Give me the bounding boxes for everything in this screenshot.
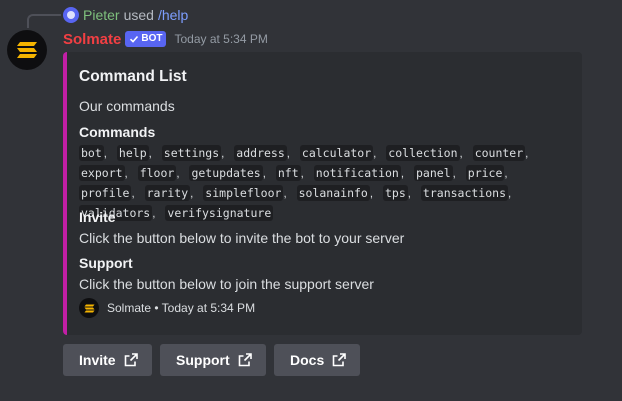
command-code: profile bbox=[79, 185, 132, 201]
command-separator: , bbox=[176, 168, 180, 180]
bot-badge-label: BOT bbox=[141, 33, 163, 44]
command-separator: , bbox=[124, 168, 128, 180]
command-code: verifysignature bbox=[165, 205, 274, 221]
command-separator: , bbox=[504, 168, 508, 180]
embed-footer: Solmate • Today at 5:34 PM bbox=[79, 298, 255, 318]
command-separator: , bbox=[221, 148, 225, 160]
external-link-icon bbox=[238, 353, 252, 367]
command-code: panel bbox=[414, 165, 453, 181]
command-code: settings bbox=[161, 145, 222, 161]
command-separator: , bbox=[369, 188, 374, 200]
checkmark-icon bbox=[130, 35, 139, 43]
command-code: export bbox=[79, 165, 125, 181]
command-code: calculator bbox=[299, 145, 374, 161]
command-separator: , bbox=[131, 188, 135, 200]
commands-list: bot, help, settings, address, calculator… bbox=[79, 144, 549, 224]
invite-button-label: Invite bbox=[79, 352, 116, 368]
command-code: address bbox=[234, 145, 287, 161]
command-code: rarity bbox=[144, 185, 191, 201]
command-code: counter bbox=[472, 145, 526, 161]
command-code: help bbox=[116, 145, 149, 161]
external-link-icon bbox=[332, 353, 347, 367]
reply-command[interactable]: /help bbox=[158, 7, 188, 23]
command-separator: , bbox=[148, 148, 152, 160]
button-row: Invite Support Docs bbox=[63, 344, 360, 376]
command-code: simplefloor bbox=[203, 185, 284, 201]
command-separator: , bbox=[400, 168, 405, 180]
command-separator: , bbox=[103, 148, 107, 160]
reply-connector bbox=[27, 14, 61, 28]
command-separator: , bbox=[152, 208, 156, 220]
docs-button-label: Docs bbox=[290, 352, 325, 368]
command-code: floor bbox=[137, 165, 177, 181]
support-button[interactable]: Support bbox=[160, 344, 266, 376]
reply-username[interactable]: Pieter bbox=[83, 7, 120, 23]
reply-used-text: used bbox=[123, 7, 154, 23]
command-code: transactions bbox=[420, 185, 509, 201]
author-name[interactable]: Solmate bbox=[63, 31, 121, 48]
command-code: collection bbox=[386, 145, 460, 161]
solana-logo-icon bbox=[17, 42, 37, 58]
command-separator: , bbox=[262, 168, 266, 180]
command-separator: , bbox=[373, 148, 377, 160]
command-separator: , bbox=[283, 188, 287, 200]
command-separator: , bbox=[407, 188, 411, 200]
support-button-label: Support bbox=[176, 352, 230, 368]
command-code: notification bbox=[313, 165, 401, 181]
bot-avatar[interactable] bbox=[7, 30, 47, 70]
embed-title: Command List bbox=[79, 68, 187, 85]
command-code: bot bbox=[79, 145, 104, 161]
command-separator: , bbox=[508, 188, 512, 200]
command-separator: , bbox=[190, 188, 194, 200]
message-timestamp: Today at 5:34 PM bbox=[174, 32, 268, 46]
field-invite-value: Click the button below to invite the bot… bbox=[79, 230, 405, 246]
command-separator: , bbox=[525, 148, 529, 160]
command-code: solanainfo bbox=[296, 185, 370, 201]
command-separator: , bbox=[286, 148, 290, 160]
message-header: Solmate BOT Today at 5:34 PM bbox=[63, 29, 268, 49]
command-separator: , bbox=[452, 168, 456, 180]
command-code: getupdates bbox=[189, 165, 263, 181]
footer-avatar-icon bbox=[79, 298, 99, 318]
footer-text: Solmate • Today at 5:34 PM bbox=[107, 301, 256, 315]
embed-card: Command List Our commands Commands bot, … bbox=[63, 52, 582, 335]
field-support-value: Click the button below to join the suppo… bbox=[79, 276, 374, 292]
field-support-name: Support bbox=[79, 255, 133, 271]
field-invite-name: Invite bbox=[79, 209, 116, 225]
command-code: tps bbox=[383, 185, 408, 201]
command-separator: , bbox=[300, 168, 304, 180]
bot-badge: BOT bbox=[125, 31, 167, 47]
command-code: price bbox=[465, 165, 505, 181]
embed-description: Our commands bbox=[79, 98, 175, 114]
field-commands-name: Commands bbox=[79, 124, 156, 140]
reply-avatar-icon[interactable] bbox=[63, 7, 79, 23]
docs-button[interactable]: Docs bbox=[274, 344, 360, 376]
invite-button[interactable]: Invite bbox=[63, 344, 152, 376]
reply-context[interactable]: Pieter used /help bbox=[63, 5, 188, 25]
external-link-icon bbox=[124, 353, 138, 367]
command-separator: , bbox=[459, 148, 463, 160]
command-code: nft bbox=[275, 165, 301, 181]
